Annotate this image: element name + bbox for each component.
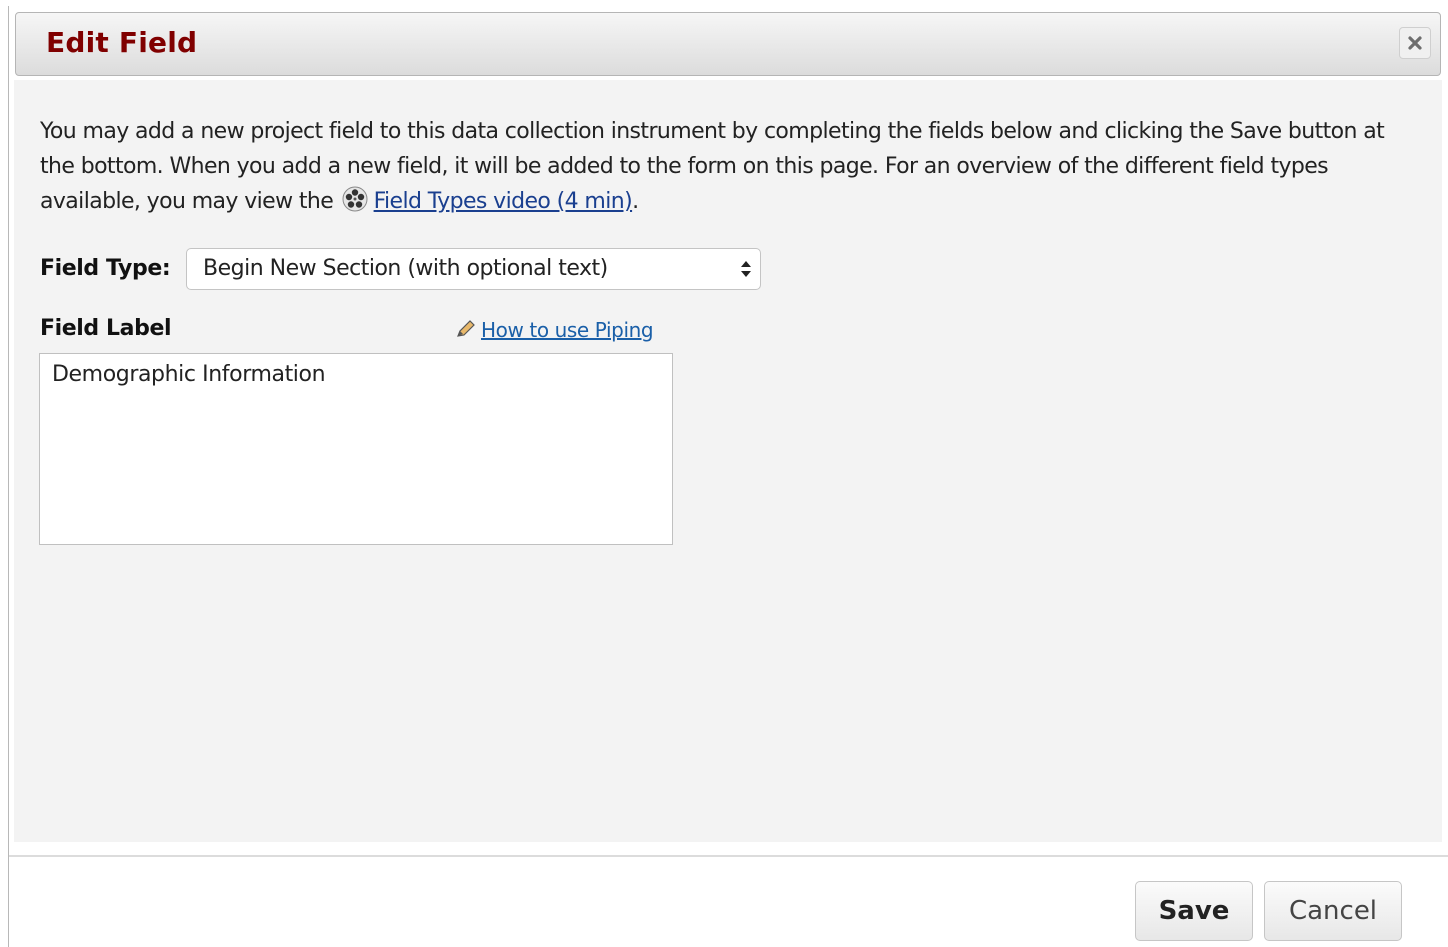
close-x-icon: [1408, 36, 1422, 50]
field-type-select[interactable]: Begin New Section (with optional text): [186, 248, 761, 290]
save-button[interactable]: Save: [1135, 881, 1253, 941]
pencil-icon: [457, 320, 475, 337]
dialog-titlebar[interactable]: Edit Field: [15, 12, 1441, 76]
edit-field-dialog: Edit Field You may add a new project fie…: [9, 6, 1448, 947]
how-to-use-piping-link[interactable]: How to use Piping: [481, 318, 654, 342]
field-types-video-link[interactable]: Field Types video (4 min): [374, 189, 633, 214]
field-type-label: Field Type:: [40, 256, 171, 281]
field-label-label: Field Label: [40, 316, 172, 341]
cancel-button[interactable]: Cancel: [1264, 881, 1402, 941]
film-reel-icon: [342, 186, 368, 212]
field-label-textarea[interactable]: Demographic Information: [39, 353, 673, 545]
intro-text: You may add a new project field to this …: [40, 119, 1385, 214]
select-arrows-icon: [741, 261, 751, 277]
footer-divider: [9, 855, 1448, 857]
dialog-title: Edit Field: [46, 26, 198, 59]
field-label-value: Demographic Information: [52, 362, 326, 387]
close-button[interactable]: [1399, 27, 1431, 59]
dialog-content: You may add a new project field to this …: [14, 80, 1442, 842]
intro-suffix: .: [632, 189, 639, 214]
background-page-edge: [0, 0, 9, 947]
field-type-selected-value: Begin New Section (with optional text): [203, 256, 608, 281]
intro-paragraph: You may add a new project field to this …: [40, 114, 1420, 219]
piping-help: How to use Piping: [455, 318, 654, 342]
